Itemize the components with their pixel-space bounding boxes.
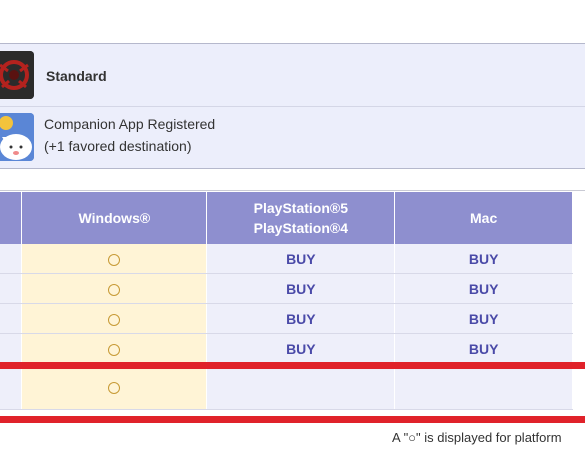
- table-row: [0, 363, 573, 410]
- mac-buy-link[interactable]: BUY: [469, 341, 499, 357]
- mac-cell: BUY: [394, 244, 573, 274]
- companion-favored-destination: (+1 favored destination): [44, 138, 192, 154]
- table-row: BUY BUY: [0, 333, 573, 364]
- table-row: BUY BUY: [0, 273, 573, 304]
- row-label-cell: [0, 273, 23, 304]
- mac-buy-link[interactable]: BUY: [469, 311, 499, 327]
- playstation-cell: BUY: [206, 333, 396, 364]
- header-ps4: PlayStation®4: [253, 220, 349, 236]
- row-label-cell: [0, 244, 23, 274]
- playstation-cell: BUY: [206, 303, 396, 334]
- playstation-buy-link[interactable]: BUY: [286, 251, 316, 267]
- table-row: BUY BUY: [0, 244, 573, 274]
- account-panel: Standard Companion App Registered (+1 fa…: [0, 43, 585, 169]
- mac-buy-link[interactable]: BUY: [469, 281, 499, 297]
- available-circle-icon: [108, 313, 121, 326]
- plan-row: Standard: [0, 44, 585, 107]
- companion-row: Companion App Registered (+1 favored des…: [0, 107, 585, 168]
- companion-status: Companion App Registered: [44, 116, 216, 132]
- available-circle-icon: [108, 343, 121, 356]
- section-divider: [0, 190, 585, 191]
- platform-table: Windows® PlayStation®5 PlayStation®4 Mac…: [0, 192, 573, 410]
- highlight-bar-bottom: [0, 416, 585, 423]
- header-windows: Windows®: [21, 192, 208, 244]
- playstation-buy-link[interactable]: BUY: [286, 281, 316, 297]
- availability-note: A "○" is displayed for platform: [392, 430, 562, 445]
- available-circle-icon: [108, 381, 121, 394]
- windows-cell: [21, 333, 208, 364]
- windows-cell: [21, 303, 208, 334]
- header-ps5: PlayStation®5: [253, 200, 349, 216]
- playstation-cell: [206, 363, 396, 410]
- windows-cell: [21, 244, 208, 274]
- playstation-cell: BUY: [206, 273, 396, 304]
- available-circle-icon: [108, 283, 121, 296]
- header-blank: [0, 192, 23, 244]
- windows-cell: [21, 273, 208, 304]
- available-circle-icon: [108, 253, 121, 266]
- row-label-cell: [0, 333, 23, 364]
- header-playstation: PlayStation®5 PlayStation®4: [206, 192, 396, 244]
- playstation-buy-link[interactable]: BUY: [286, 341, 316, 357]
- mac-cell: BUY: [394, 303, 573, 334]
- highlight-bar-top: [0, 362, 585, 369]
- mac-cell: BUY: [394, 333, 573, 364]
- mac-cell: [394, 363, 573, 410]
- plan-label: Standard: [46, 68, 107, 84]
- windows-cell: [21, 363, 208, 410]
- mac-buy-link[interactable]: BUY: [469, 251, 499, 267]
- playstation-cell: BUY: [206, 244, 396, 274]
- moogle-icon: [0, 113, 34, 161]
- table-row: BUY BUY: [0, 303, 573, 334]
- row-label-cell: [0, 303, 23, 334]
- header-mac: Mac: [394, 192, 573, 244]
- playstation-buy-link[interactable]: BUY: [286, 311, 316, 327]
- row-label-cell: [0, 363, 23, 410]
- game-emblem-icon: [0, 51, 34, 99]
- mac-cell: BUY: [394, 273, 573, 304]
- table-header-row: Windows® PlayStation®5 PlayStation®4 Mac: [0, 192, 573, 244]
